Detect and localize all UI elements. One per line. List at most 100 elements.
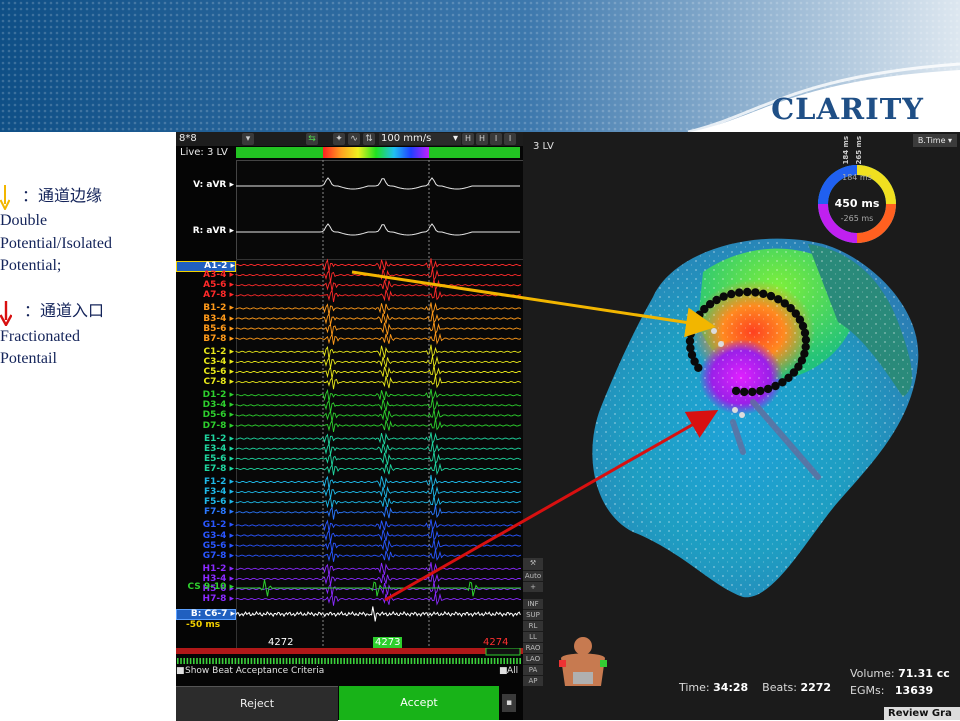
ablation-lesion-dot bbox=[727, 289, 736, 299]
beat-tick bbox=[381, 658, 384, 664]
egm-lead-label[interactable]: H7-8 ▸ bbox=[176, 595, 234, 604]
egm-lead-label[interactable]: D5-6 ▸ bbox=[176, 411, 234, 420]
cycle-length: 4274 bbox=[483, 637, 509, 648]
ep-signal-panel: 8*8 ▾ ⇆ ✦ ∿ ⇅ 100 mm/s ▾ H H I I Live: 3 … bbox=[176, 132, 524, 721]
view-button[interactable]: RL bbox=[523, 621, 543, 631]
accept-button[interactable]: Accept bbox=[339, 686, 499, 720]
beat-tick bbox=[385, 658, 387, 664]
ecg-lead-label[interactable]: R: aVR ▸ bbox=[176, 227, 234, 236]
egm-trace bbox=[235, 365, 522, 379]
beat-tick bbox=[497, 658, 499, 664]
beat-criteria-checkbox[interactable]: ■ bbox=[176, 666, 185, 676]
note-fractionated: ：通道入口 Fractionated Potentail bbox=[0, 300, 176, 371]
review-button[interactable]: Review Gra bbox=[884, 707, 960, 720]
beat-tick bbox=[420, 658, 422, 664]
egm-lead-label[interactable]: A5-6 ▸ bbox=[176, 281, 234, 290]
view-button[interactable]: RAO bbox=[523, 643, 543, 653]
egm-lead-label[interactable]: D7-8 ▸ bbox=[176, 421, 234, 431]
ring-lower-value: -265 ms bbox=[840, 214, 874, 223]
view-button[interactable]: PA bbox=[523, 665, 543, 675]
beat-tick bbox=[324, 658, 326, 664]
menu-icon[interactable]: ▪ bbox=[502, 694, 516, 712]
view-button[interactable]: AP bbox=[523, 676, 543, 686]
egm-lead-label[interactable]: D3-4 ▸ bbox=[176, 401, 234, 410]
plus-icon[interactable]: + bbox=[523, 582, 543, 592]
egm-lead-label[interactable]: B7-8 ▸ bbox=[176, 334, 234, 344]
beat-tick bbox=[426, 658, 429, 664]
beat-tick bbox=[465, 658, 467, 664]
view-button[interactable]: LAO bbox=[523, 654, 543, 664]
beat-tick bbox=[257, 658, 259, 664]
egm-lead-label[interactable]: H1-2 ▸ bbox=[176, 564, 234, 574]
egm-lead-label[interactable]: C3-4 ▸ bbox=[176, 357, 234, 367]
beat-tick bbox=[218, 658, 221, 664]
egm-lead-label[interactable]: C7-8 ▸ bbox=[176, 378, 234, 387]
egm-lead-label[interactable]: F7-8 ▸ bbox=[176, 508, 234, 517]
beat-tick bbox=[279, 658, 281, 664]
beat-tick bbox=[215, 658, 217, 664]
egm-lead-label[interactable]: G3-4 ▸ bbox=[176, 531, 234, 541]
beat-tick bbox=[436, 658, 438, 664]
beat-tick bbox=[445, 658, 448, 664]
beats-label: Beats: bbox=[762, 681, 797, 694]
beat-tick bbox=[237, 658, 240, 664]
beat-tick bbox=[404, 658, 406, 664]
beat-tick bbox=[221, 658, 224, 664]
orientation-torso-icon[interactable] bbox=[559, 637, 607, 686]
beat-tick bbox=[353, 658, 355, 664]
beat-tick bbox=[513, 658, 515, 664]
egm-lead-label[interactable]: F3-4 ▸ bbox=[176, 488, 234, 497]
beat-tick bbox=[317, 658, 320, 664]
note-double-potential: ：通道边缘 Double Potential/Isolated Potentia… bbox=[0, 184, 176, 278]
ablation-lesion-dot bbox=[766, 291, 776, 301]
egm-lead-label[interactable]: G7-8 ▸ bbox=[176, 551, 234, 561]
egm-lead-label[interactable]: E7-8 ▸ bbox=[176, 464, 234, 474]
all-label: All bbox=[507, 666, 519, 676]
egm-lead-label[interactable]: A7-8 ▸ bbox=[176, 291, 234, 300]
egm-lead-label[interactable]: E1-2 ▸ bbox=[176, 434, 234, 444]
brand-title: CLARITY bbox=[771, 92, 924, 126]
reject-button[interactable]: Reject bbox=[176, 686, 338, 721]
ecg-lead-label[interactable]: V: aVR ▸ bbox=[176, 181, 234, 190]
beat-tick bbox=[417, 658, 419, 664]
beat-tick bbox=[253, 658, 256, 664]
egm-lead-label[interactable]: B5-6 ▸ bbox=[176, 324, 234, 334]
ablation-lesion-dot bbox=[740, 387, 749, 397]
egm-trace bbox=[235, 418, 522, 432]
hammer-icon[interactable]: ⚒ bbox=[523, 558, 543, 570]
reference-lead-label[interactable]: B: C6-7 ▸ bbox=[176, 609, 236, 620]
red-arrow-icon bbox=[0, 300, 12, 326]
view-button[interactable]: INF bbox=[523, 599, 543, 609]
egm-lead-label[interactable]: B3-4 ▸ bbox=[176, 314, 234, 324]
egm-lead-label[interactable]: C5-6 ▸ bbox=[176, 368, 234, 377]
egm-lead-label[interactable]: G1-2 ▸ bbox=[176, 521, 234, 530]
egm-lead-label[interactable]: F5-6 ▸ bbox=[176, 498, 234, 507]
egm-lead-label[interactable]: G5-6 ▸ bbox=[176, 541, 234, 551]
view-button[interactable]: Auto bbox=[523, 571, 543, 581]
egm-trace bbox=[235, 288, 522, 303]
ablation-lesion-dot bbox=[763, 384, 773, 394]
egm-lead-label[interactable]: A3-4 ▸ bbox=[176, 271, 234, 280]
egm-lead-label[interactable]: C1-2 ▸ bbox=[176, 347, 234, 357]
view-button[interactable]: LL bbox=[523, 632, 543, 642]
beat-tick bbox=[298, 658, 301, 664]
egm-trace bbox=[235, 321, 522, 336]
beat-tick bbox=[225, 658, 227, 664]
egms-value: 13639 bbox=[894, 684, 934, 697]
view-button[interactable]: SUP bbox=[523, 610, 543, 620]
heart-map-view[interactable] bbox=[523, 132, 960, 720]
beat-tick bbox=[333, 658, 336, 664]
beat-tick bbox=[519, 658, 521, 664]
egm-lead-label[interactable]: E5-6 ▸ bbox=[176, 454, 234, 464]
egm-lead-label[interactable]: F1-2 ▸ bbox=[176, 478, 234, 487]
egm-trace bbox=[235, 332, 522, 345]
beat-timeline[interactable] bbox=[176, 648, 523, 666]
reference-trace bbox=[235, 606, 521, 622]
beat-tick bbox=[212, 658, 214, 664]
beat-tick bbox=[391, 658, 393, 664]
egm-lead-label[interactable]: D1-2 ▸ bbox=[176, 391, 234, 400]
egm-lead-label[interactable]: E3-4 ▸ bbox=[176, 444, 234, 454]
egm-lead-label[interactable]: B1-2 ▸ bbox=[176, 304, 234, 313]
cs-lead-label[interactable]: CS 9-10 ▸ bbox=[176, 583, 234, 592]
beat-tick bbox=[193, 658, 195, 664]
